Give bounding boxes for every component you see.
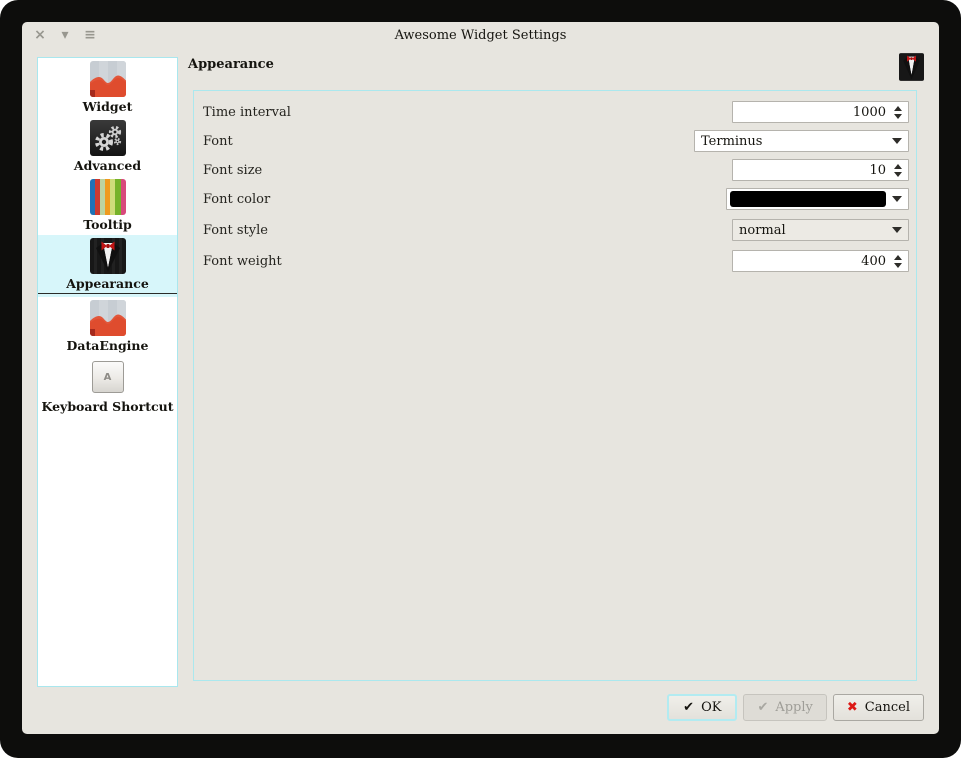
tuxedo-icon xyxy=(90,238,126,274)
spin-up-icon[interactable] xyxy=(894,164,902,169)
spin-down-icon[interactable] xyxy=(894,172,902,177)
page-title: Appearance xyxy=(188,57,274,72)
titlebar: × ▾ ≡ Awesome Widget Settings xyxy=(22,22,939,50)
font-size-value[interactable]: 10 xyxy=(733,163,891,178)
font-color-label: Font color xyxy=(201,192,270,207)
form-row-font-weight: Font weight 400 xyxy=(201,249,909,273)
check-icon: ✔ xyxy=(757,700,768,715)
font-color-dropdown[interactable] xyxy=(726,188,909,210)
font-weight-spinner[interactable]: 400 xyxy=(732,250,909,272)
font-family-value: Terminus xyxy=(695,134,892,149)
form-row-font-size: Font size 10 xyxy=(201,158,909,182)
sidebar-item-tooltip[interactable]: Tooltip xyxy=(38,176,177,235)
sidebar-item-label: Advanced xyxy=(38,158,177,176)
area-chart-icon xyxy=(90,300,126,336)
font-weight-label: Font weight xyxy=(201,254,282,269)
ok-button[interactable]: ✔ OK xyxy=(667,694,737,721)
sidebar-item-appearance[interactable]: Appearance xyxy=(38,235,177,297)
sidebar-item-label: Keyboard Shortcut xyxy=(38,399,177,417)
spin-down-icon[interactable] xyxy=(894,263,902,268)
apply-button[interactable]: ✔ Apply xyxy=(743,694,826,721)
time-interval-value[interactable]: 1000 xyxy=(733,105,891,120)
cancel-button[interactable]: ✖ Cancel xyxy=(833,694,924,721)
sidebar-item-dataengine[interactable]: DataEngine xyxy=(38,297,177,356)
cancel-button-label: Cancel xyxy=(865,700,910,715)
font-weight-value[interactable]: 400 xyxy=(733,254,891,269)
category-sidebar: Widget xyxy=(37,57,178,687)
font-label: Font xyxy=(201,134,233,149)
gears-icon xyxy=(90,120,126,156)
window-title: Awesome Widget Settings xyxy=(22,28,939,43)
dialog-buttons: ✔ OK ✔ Apply ✖ Cancel xyxy=(667,694,924,721)
sidebar-item-label: DataEngine xyxy=(38,338,177,356)
spin-up-icon[interactable] xyxy=(894,106,902,111)
sidebar-item-label: Tooltip xyxy=(38,217,177,235)
font-style-dropdown[interactable]: normal xyxy=(732,219,909,241)
time-interval-spinner[interactable]: 1000 xyxy=(732,101,909,123)
font-size-label: Font size xyxy=(201,163,262,178)
spin-up-icon[interactable] xyxy=(894,255,902,260)
color-stripes-icon xyxy=(90,179,126,215)
check-icon: ✔ xyxy=(683,700,694,715)
sidebar-item-widget[interactable]: Widget xyxy=(38,58,177,117)
form-row-font-style: Font style normal xyxy=(201,218,909,242)
settings-window: × ▾ ≡ Awesome Widget Settings xyxy=(22,22,939,734)
spin-down-icon[interactable] xyxy=(894,114,902,119)
apply-button-label: Apply xyxy=(775,700,813,715)
font-style-label: Font style xyxy=(201,223,268,238)
time-interval-label: Time interval xyxy=(201,105,291,120)
window-frame: × ▾ ≡ Awesome Widget Settings xyxy=(0,0,961,758)
font-size-spinner[interactable]: 10 xyxy=(732,159,909,181)
chevron-down-icon xyxy=(892,138,902,144)
sidebar-item-label: Appearance xyxy=(38,276,177,294)
area-chart-icon xyxy=(90,61,126,97)
sidebar-item-keyboard-shortcut[interactable]: A Keyboard Shortcut xyxy=(38,356,177,417)
color-swatch xyxy=(730,191,886,207)
chevron-down-icon xyxy=(892,227,902,233)
x-icon: ✖ xyxy=(847,700,858,715)
font-family-dropdown[interactable]: Terminus xyxy=(694,130,909,152)
font-style-value: normal xyxy=(733,223,892,238)
sidebar-item-label: Widget xyxy=(38,99,177,117)
form-row-font: Font Terminus xyxy=(201,129,909,153)
tuxedo-icon xyxy=(899,53,924,81)
keyboard-key-icon: A xyxy=(90,361,126,397)
form-row-font-color: Font color xyxy=(201,187,909,211)
ok-button-label: OK xyxy=(701,700,721,715)
chevron-down-icon xyxy=(892,196,902,202)
form-row-time-interval: Time interval 1000 xyxy=(201,100,909,124)
appearance-form: Time interval 1000 Font Terminus Font s xyxy=(193,90,917,681)
sidebar-item-advanced[interactable]: Advanced xyxy=(38,117,177,176)
